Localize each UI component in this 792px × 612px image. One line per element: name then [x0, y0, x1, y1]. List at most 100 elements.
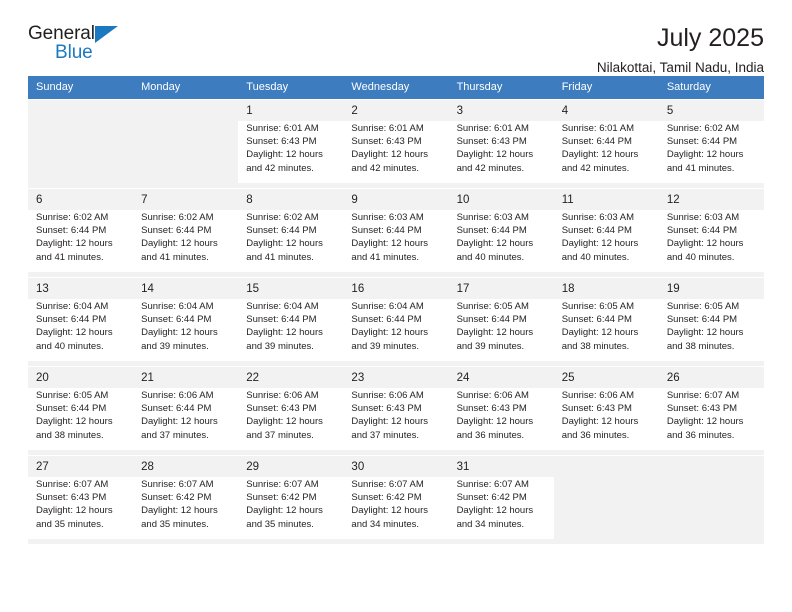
daylight-text-line2: and 41 minutes. [351, 251, 420, 263]
daylight-text-line2: and 42 minutes. [246, 162, 314, 174]
week-row: 1 Sunrise: 6:01 AM Sunset: 6:43 PM Dayli… [28, 99, 764, 188]
daylight-text-line1: Daylight: 12 hours [141, 505, 218, 517]
day-cell[interactable]: 6 Sunrise: 6:02 AM Sunset: 6:44 PM Dayli… [28, 188, 134, 277]
day-cell[interactable]: 17 Sunrise: 6:05 AM Sunset: 6:44 PM Dayl… [448, 277, 554, 366]
sunrise-text: Sunrise: 6:06 AM [561, 390, 635, 401]
day-number [28, 100, 134, 109]
sunset-text: Sunset: 6:44 PM [141, 225, 212, 237]
day-cell[interactable]: 25 Sunrise: 6:06 AM Sunset: 6:43 PM Dayl… [553, 366, 659, 455]
day-cell[interactable]: 2 Sunrise: 6:01 AM Sunset: 6:43 PM Dayli… [343, 99, 449, 188]
day-cell[interactable]: 26 Sunrise: 6:07 AM Sunset: 6:43 PM Dayl… [658, 366, 764, 455]
day-cell[interactable]: 27 Sunrise: 6:07 AM Sunset: 6:43 PM Dayl… [28, 455, 134, 544]
daylight-text-line2: and 34 minutes. [456, 518, 525, 530]
daylight-text-line2: and 41 minutes. [666, 162, 735, 174]
daylight-text-line1: Daylight: 12 hours [561, 238, 639, 250]
daylight-text-line2: and 41 minutes. [141, 251, 209, 263]
day-cell[interactable]: 11 Sunrise: 6:03 AM Sunset: 6:44 PM Dayl… [553, 188, 659, 277]
sunrise-text: Sunrise: 6:04 AM [36, 301, 109, 312]
day-cell[interactable]: 13 Sunrise: 6:04 AM Sunset: 6:44 PM Dayl… [28, 277, 134, 366]
day-details: Sunrise: 6:03 AM Sunset: 6:44 PM Dayligh… [343, 210, 449, 272]
day-cell[interactable]: 23 Sunrise: 6:06 AM Sunset: 6:43 PM Dayl… [343, 366, 449, 455]
day-cell[interactable]: 3 Sunrise: 6:01 AM Sunset: 6:43 PM Dayli… [448, 99, 554, 188]
day-cell[interactable]: 7 Sunrise: 6:02 AM Sunset: 6:44 PM Dayli… [133, 188, 239, 277]
day-cell[interactable]: 8 Sunrise: 6:02 AM Sunset: 6:44 PM Dayli… [238, 188, 344, 277]
day-details: Sunrise: 6:01 AM Sunset: 6:44 PM Dayligh… [553, 121, 659, 183]
day-details: Sunrise: 6:06 AM Sunset: 6:43 PM Dayligh… [448, 388, 554, 450]
day-details [554, 465, 659, 527]
sunset-text: Sunset: 6:43 PM [36, 492, 107, 504]
day-details [28, 109, 133, 171]
day-number: 25 [553, 367, 659, 388]
day-cell[interactable]: 15 Sunrise: 6:04 AM Sunset: 6:44 PM Dayl… [238, 277, 344, 366]
sunset-text: Sunset: 6:43 PM [456, 403, 527, 415]
sunset-text: Sunset: 6:42 PM [141, 492, 212, 504]
sunset-text: Sunset: 6:43 PM [246, 403, 317, 415]
daylight-text-line2: and 35 minutes. [246, 518, 314, 530]
day-cell[interactable]: 28 Sunrise: 6:07 AM Sunset: 6:42 PM Dayl… [133, 455, 239, 544]
daylight-text-line1: Daylight: 12 hours [666, 416, 744, 428]
daylight-text-line2: and 38 minutes. [666, 340, 735, 352]
sunset-text: Sunset: 6:44 PM [561, 314, 632, 326]
sunset-text: Sunset: 6:43 PM [561, 403, 632, 415]
day-details: Sunrise: 6:04 AM Sunset: 6:44 PM Dayligh… [28, 299, 134, 361]
day-cell[interactable]: 31 Sunrise: 6:07 AM Sunset: 6:42 PM Dayl… [448, 455, 554, 544]
day-number: 2 [343, 100, 449, 121]
sunrise-text: Sunrise: 6:03 AM [561, 212, 635, 223]
day-cell[interactable]: 10 Sunrise: 6:03 AM Sunset: 6:44 PM Dayl… [448, 188, 554, 277]
daylight-text-line1: Daylight: 12 hours [561, 327, 639, 339]
day-cell[interactable]: 29 Sunrise: 6:07 AM Sunset: 6:42 PM Dayl… [238, 455, 344, 544]
daylight-text-line2: and 39 minutes. [456, 340, 525, 352]
day-number: 5 [658, 100, 764, 121]
day-cell[interactable]: 30 Sunrise: 6:07 AM Sunset: 6:42 PM Dayl… [343, 455, 449, 544]
day-number: 21 [133, 367, 239, 388]
day-cell[interactable]: 22 Sunrise: 6:06 AM Sunset: 6:43 PM Dayl… [238, 366, 344, 455]
day-number: 29 [238, 456, 344, 477]
day-cell[interactable]: 14 Sunrise: 6:04 AM Sunset: 6:44 PM Dayl… [133, 277, 239, 366]
brand-logo[interactable]: General Blue [28, 24, 138, 70]
sunset-text: Sunset: 6:43 PM [666, 403, 738, 415]
day-cell-empty [658, 455, 764, 544]
sunrise-text: Sunrise: 6:05 AM [456, 301, 529, 312]
daylight-text-line1: Daylight: 12 hours [456, 416, 534, 428]
day-number [658, 456, 764, 465]
day-cell[interactable]: 5 Sunrise: 6:02 AM Sunset: 6:44 PM Dayli… [658, 99, 764, 188]
daylight-text-line1: Daylight: 12 hours [141, 416, 218, 428]
day-number: 10 [448, 189, 554, 210]
sunset-text: Sunset: 6:44 PM [456, 225, 527, 237]
daylight-text-line1: Daylight: 12 hours [36, 416, 113, 428]
day-cell[interactable]: 20 Sunrise: 6:05 AM Sunset: 6:44 PM Dayl… [28, 366, 134, 455]
week-row: 20 Sunrise: 6:05 AM Sunset: 6:44 PM Dayl… [28, 366, 764, 455]
day-cell[interactable]: 9 Sunrise: 6:03 AM Sunset: 6:44 PM Dayli… [343, 188, 449, 277]
day-cell[interactable]: 16 Sunrise: 6:04 AM Sunset: 6:44 PM Dayl… [343, 277, 449, 366]
sunset-text: Sunset: 6:43 PM [351, 403, 422, 415]
day-cell-empty [133, 99, 239, 188]
sunrise-text: Sunrise: 6:06 AM [351, 390, 424, 401]
weekday-header-sunday: Sunday [28, 76, 134, 99]
sunrise-text: Sunrise: 6:07 AM [36, 479, 109, 490]
day-number: 6 [28, 189, 134, 210]
daylight-text-line1: Daylight: 12 hours [36, 505, 113, 517]
day-cell[interactable]: 19 Sunrise: 6:05 AM Sunset: 6:44 PM Dayl… [658, 277, 764, 366]
sunrise-text: Sunrise: 6:01 AM [456, 123, 529, 134]
daylight-text-line2: and 41 minutes. [246, 251, 314, 263]
daylight-text-line1: Daylight: 12 hours [666, 149, 744, 161]
day-number: 15 [238, 278, 344, 299]
day-number: 18 [553, 278, 659, 299]
daylight-text-line2: and 36 minutes. [666, 429, 735, 441]
day-cell[interactable]: 12 Sunrise: 6:03 AM Sunset: 6:44 PM Dayl… [658, 188, 764, 277]
day-details: Sunrise: 6:05 AM Sunset: 6:44 PM Dayligh… [448, 299, 554, 361]
daylight-text-line1: Daylight: 12 hours [456, 149, 534, 161]
day-number: 8 [238, 189, 344, 210]
day-cell[interactable]: 24 Sunrise: 6:06 AM Sunset: 6:43 PM Dayl… [448, 366, 554, 455]
daylight-text-line2: and 36 minutes. [456, 429, 525, 441]
day-details: Sunrise: 6:01 AM Sunset: 6:43 PM Dayligh… [448, 121, 554, 183]
daylight-text-line2: and 39 minutes. [351, 340, 420, 352]
day-cell[interactable]: 4 Sunrise: 6:01 AM Sunset: 6:44 PM Dayli… [553, 99, 659, 188]
weekday-header-monday: Monday [133, 76, 239, 99]
day-cell[interactable]: 18 Sunrise: 6:05 AM Sunset: 6:44 PM Dayl… [553, 277, 659, 366]
daylight-text-line2: and 42 minutes. [561, 162, 630, 174]
day-cell[interactable]: 1 Sunrise: 6:01 AM Sunset: 6:43 PM Dayli… [238, 99, 344, 188]
daylight-text-line2: and 42 minutes. [456, 162, 525, 174]
day-number [553, 456, 659, 465]
day-cell[interactable]: 21 Sunrise: 6:06 AM Sunset: 6:44 PM Dayl… [133, 366, 239, 455]
